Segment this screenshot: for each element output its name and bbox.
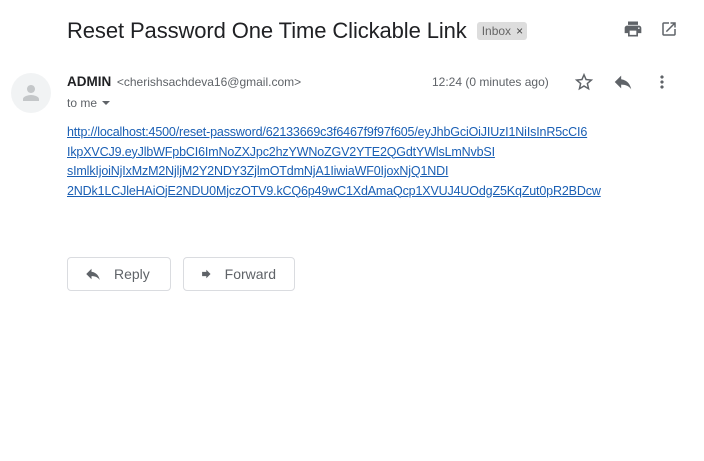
open-in-new-window-icon[interactable] — [658, 18, 680, 40]
link-line-2[interactable]: IkpXVCJ9.eyJlbWFpbCI6ImNoZXJpc2hzYWNoZGV… — [67, 143, 647, 163]
forward-button[interactable]: Forward — [183, 257, 295, 291]
reply-forward-buttons: Reply Forward — [67, 257, 295, 291]
link-line-4[interactable]: 2NDk1LCJleHAiOjE2NDU0MjczOTV9.kCQ6p49wC1… — [67, 182, 647, 202]
to-line-text: to me — [67, 96, 98, 110]
reply-button[interactable]: Reply — [67, 257, 171, 291]
sender-line: ADMIN <cherishsachdeva16@gmail.com> — [67, 74, 301, 89]
forward-icon — [202, 269, 211, 279]
link-line-1[interactable]: http://localhost:4500/reset-password/621… — [67, 123, 647, 143]
reply-icon[interactable] — [612, 71, 634, 93]
email-subject: Reset Password One Time Clickable Link — [67, 18, 467, 43]
star-icon[interactable] — [573, 71, 595, 93]
inbox-label-chip[interactable]: Inbox × — [476, 22, 528, 40]
person-icon — [23, 85, 39, 101]
message-actions — [573, 71, 673, 93]
forward-label: Forward — [224, 266, 276, 282]
chevron-down-icon — [102, 101, 111, 105]
more-vert-icon[interactable] — [651, 71, 673, 93]
print-icon[interactable] — [622, 18, 644, 40]
reset-password-link[interactable]: http://localhost:4500/reset-password/621… — [67, 123, 647, 201]
avatar — [11, 73, 51, 113]
remove-label-icon[interactable]: × — [516, 24, 523, 38]
recipients-toggle[interactable]: to me — [67, 96, 111, 110]
subject-row: Reset Password One Time Clickable Link I… — [67, 14, 684, 48]
label-text: Inbox — [481, 24, 512, 38]
sender-email: <cherishsachdeva16@gmail.com> — [116, 75, 302, 89]
reply-icon — [86, 268, 100, 280]
reply-label: Reply — [114, 266, 150, 282]
top-actions — [622, 18, 680, 40]
timestamp: 12:24 (0 minutes ago) — [432, 75, 549, 89]
email-view: Reset Password One Time Clickable Link I… — [0, 0, 704, 461]
link-line-3[interactable]: sImlkIjoiNjIxMzM2NjljM2Y2NDY3ZjlmOTdmNjA… — [67, 162, 647, 182]
sender-name[interactable]: ADMIN — [67, 74, 111, 89]
